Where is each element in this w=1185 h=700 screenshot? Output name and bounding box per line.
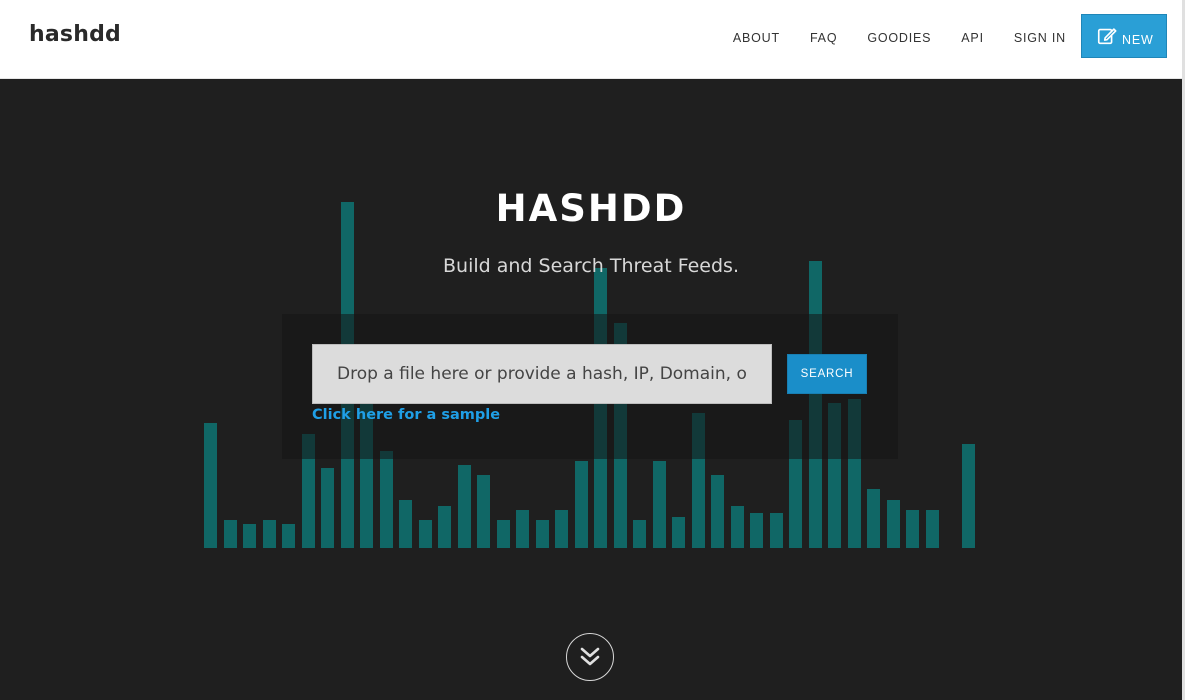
sample-link[interactable]: Click here for a sample — [312, 407, 500, 423]
background-bar — [906, 510, 919, 548]
background-bar — [536, 520, 549, 548]
brand-logo[interactable]: hashdd — [29, 22, 121, 47]
double-chevron-down-icon — [580, 647, 600, 666]
background-bar — [731, 506, 744, 548]
top-navbar: hashdd ABOUT FAQ GOODIES API SIGN IN NEW — [0, 0, 1185, 79]
background-bar — [263, 520, 276, 548]
background-bar — [711, 475, 724, 548]
background-bar — [770, 513, 783, 548]
search-input[interactable] — [312, 344, 772, 404]
background-bar — [962, 444, 975, 548]
nav-link-api[interactable]: API — [961, 31, 984, 45]
nav-link-sign-in[interactable]: SIGN IN — [1014, 31, 1066, 45]
background-bar — [438, 506, 451, 548]
search-panel: SEARCH Click here for a sample — [282, 314, 898, 459]
background-bar — [516, 510, 529, 548]
nav-links: ABOUT FAQ GOODIES API SIGN IN — [733, 31, 1066, 45]
background-bar — [477, 475, 490, 548]
background-bar — [633, 520, 646, 548]
nav-link-faq[interactable]: FAQ — [810, 31, 837, 45]
background-bar — [399, 500, 412, 548]
hero-subtitle: Build and Search Threat Feeds. — [443, 255, 739, 277]
background-bar — [243, 524, 256, 548]
background-bar — [458, 465, 471, 548]
background-bar — [282, 524, 295, 548]
hero-title: HASHDD — [495, 187, 687, 230]
background-bar — [204, 423, 217, 548]
background-bar — [321, 468, 334, 548]
background-bar — [575, 461, 588, 548]
background-bar — [672, 517, 685, 548]
background-bar — [497, 520, 510, 548]
background-bar — [653, 461, 666, 548]
background-bar — [867, 489, 880, 548]
hero-section: HASHDD Build and Search Threat Feeds. SE… — [0, 79, 1182, 700]
background-bar — [750, 513, 763, 548]
background-bar — [926, 510, 939, 548]
nav-link-goodies[interactable]: GOODIES — [867, 31, 931, 45]
background-bar — [887, 500, 900, 548]
new-button-label: NEW — [1122, 33, 1154, 47]
background-bar — [419, 520, 432, 548]
new-button[interactable]: NEW — [1081, 14, 1167, 58]
edit-icon — [1097, 28, 1117, 45]
background-bar — [555, 510, 568, 548]
scroll-down-button[interactable] — [566, 633, 614, 681]
search-button[interactable]: SEARCH — [787, 354, 867, 394]
background-bar — [224, 520, 237, 548]
background-bar — [380, 451, 393, 548]
nav-link-about[interactable]: ABOUT — [733, 31, 780, 45]
